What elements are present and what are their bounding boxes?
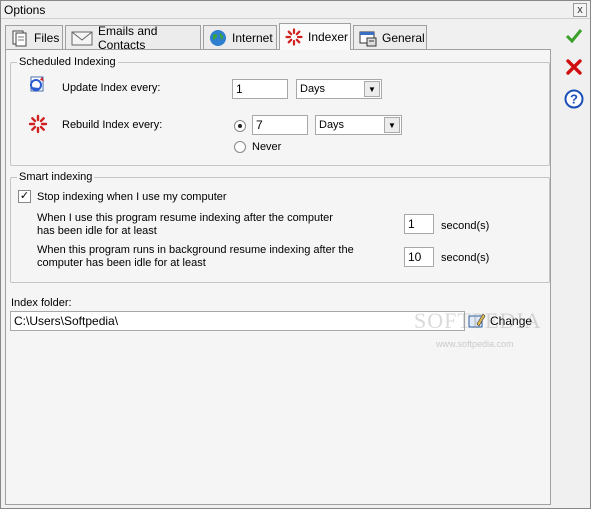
window-title: Options <box>4 3 46 17</box>
resume-bg-label-line1: When this program runs in background res… <box>37 244 354 256</box>
stop-indexing-checkbox[interactable]: ✓ <box>18 190 31 203</box>
indexer-spinner-icon <box>285 28 303 46</box>
update-index-value-input[interactable] <box>232 79 288 99</box>
close-button[interactable]: x <box>573 3 587 17</box>
update-index-unit-select[interactable]: Days ▼ <box>296 79 382 99</box>
update-index-icon <box>28 75 48 98</box>
general-settings-icon <box>359 29 377 47</box>
checkmark-icon <box>565 27 583 48</box>
tab-label: Files <box>34 30 60 45</box>
tab-label: General <box>382 30 425 45</box>
update-index-unit-value: Days <box>300 83 326 95</box>
title-bar: Options x <box>1 1 590 19</box>
resume-fg-seconds-input[interactable] <box>404 214 434 234</box>
tab-label: Indexer <box>308 30 349 44</box>
resume-bg-unit: second(s) <box>441 252 490 264</box>
tab-indexer[interactable]: Indexer <box>279 23 351 50</box>
cancel-button[interactable] <box>563 57 585 79</box>
rebuild-index-unit-select[interactable]: Days ▼ <box>315 115 402 135</box>
index-folder-label: Index folder: <box>11 297 72 309</box>
tab-strip: Files Emails and Contacts Internet Index… <box>5 23 551 52</box>
files-icon <box>11 29 29 47</box>
tab-general[interactable]: General <box>353 25 427 49</box>
red-x-icon <box>565 58 583 79</box>
globe-icon <box>209 29 227 47</box>
watermark-url: www.softpedia.com <box>436 339 514 349</box>
indexer-panel: Scheduled Indexing Update Index every: D… <box>5 49 551 505</box>
watermark-logo: SOFTPEDIA <box>414 308 542 333</box>
tab-emails-and-contacts[interactable]: Emails and Contacts <box>65 23 201 52</box>
help-icon: ? <box>564 89 584 112</box>
rebuild-never-label: Never <box>252 141 282 153</box>
update-index-label: Update Index every: <box>62 82 161 94</box>
svg-text:?: ? <box>570 91 578 106</box>
help-button[interactable]: ? <box>563 89 585 111</box>
rebuild-index-icon <box>28 114 48 137</box>
smart-indexing-legend: Smart indexing <box>19 171 93 183</box>
tab-label: Internet <box>232 30 273 45</box>
resume-fg-label-line1: When I use this program resume indexing … <box>37 212 333 224</box>
envelope-icon <box>71 29 93 47</box>
options-window: Options x Files Emails and Contacts Inte… <box>0 0 591 509</box>
tab-files[interactable]: Files <box>5 25 63 49</box>
tab-internet[interactable]: Internet <box>203 25 277 49</box>
tab-label: Emails and Contacts <box>98 23 158 52</box>
rebuild-never-radio[interactable] <box>234 141 246 153</box>
chevron-down-icon[interactable]: ▼ <box>384 117 400 133</box>
chevron-down-icon[interactable]: ▼ <box>364 81 380 97</box>
rebuild-interval-radio[interactable] <box>234 120 246 132</box>
resume-bg-seconds-input[interactable] <box>404 247 434 267</box>
resume-bg-label-line2: computer has been idle for at least <box>37 257 206 269</box>
ok-button[interactable] <box>563 26 585 48</box>
stop-indexing-label: Stop indexing when I use my computer <box>37 191 227 203</box>
index-folder-path-input[interactable] <box>10 311 465 331</box>
rebuild-index-label: Rebuild Index every: <box>62 119 163 131</box>
resume-fg-unit: second(s) <box>441 220 490 232</box>
rebuild-index-value-input[interactable] <box>252 115 308 135</box>
rebuild-index-unit-value: Days <box>319 119 345 131</box>
scheduled-indexing-legend: Scheduled Indexing <box>19 56 116 68</box>
resume-fg-label-line2: has been idle for at least <box>37 225 157 237</box>
